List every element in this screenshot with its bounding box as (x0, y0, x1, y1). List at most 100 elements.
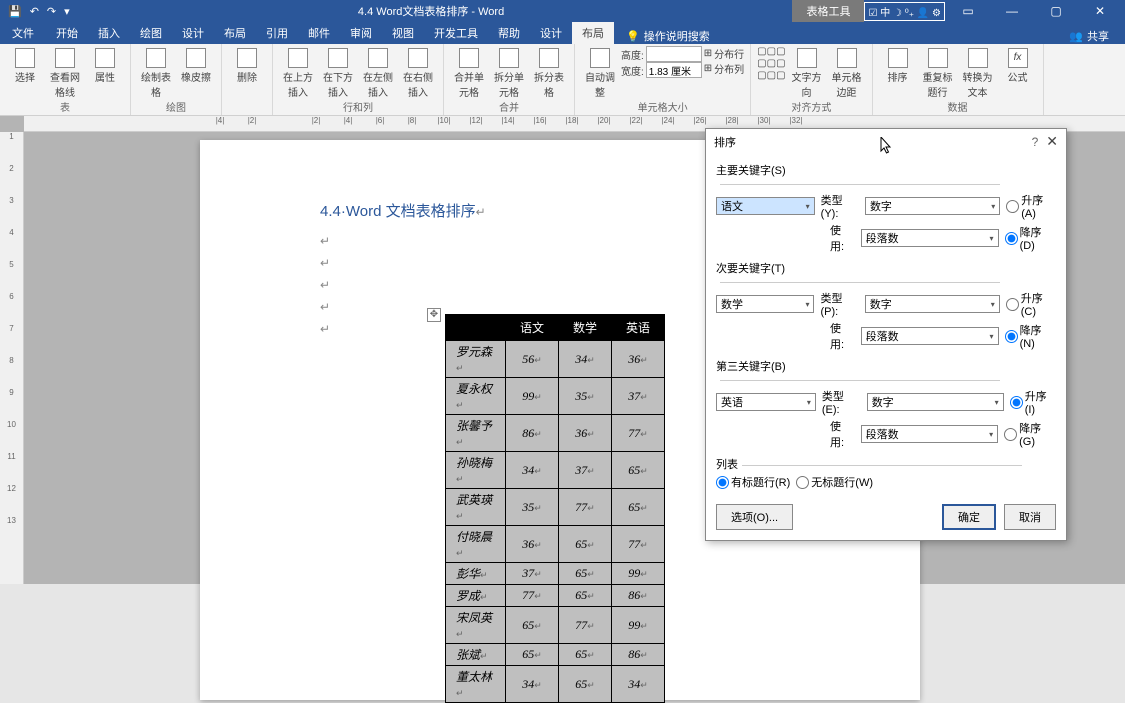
sort-dialog: 排序 ? ✕ 主要关键字(S) 语文▾ 类型(Y): 数字▾ 升序(A) 使用:… (705, 128, 1067, 541)
ribbon-options-icon[interactable]: ▭ (947, 0, 989, 22)
tab-draw[interactable]: 绘图 (130, 22, 172, 44)
third-key-select[interactable]: 英语▾ (716, 393, 816, 411)
tab-references[interactable]: 引用 (256, 22, 298, 44)
tab-developer[interactable]: 开发工具 (424, 22, 488, 44)
tab-table-design[interactable]: 设计 (530, 22, 572, 44)
third-asc-radio[interactable]: 升序(I) (1010, 388, 1056, 416)
table-row[interactable]: 罗元森↵56↵34↵36↵ (446, 341, 665, 378)
draw-table-button[interactable]: 绘制表格 (137, 46, 175, 99)
primary-desc-radio[interactable]: 降序(D) (1005, 224, 1056, 252)
table-row[interactable]: 张斌↵65↵65↵86↵ (446, 644, 665, 666)
table-header[interactable]: 英语 (612, 315, 665, 341)
tab-table-layout[interactable]: 布局 (572, 22, 614, 44)
table-row[interactable]: 付晓晨↵36↵65↵77↵ (446, 526, 665, 563)
dialog-title: 排序 (714, 134, 1032, 150)
table-row[interactable]: 张馨予↵86↵36↵77↵ (446, 415, 665, 452)
formula-button[interactable]: fx公式 (999, 46, 1037, 84)
text-direction-button[interactable]: 文字方向 (788, 46, 826, 99)
height-input[interactable] (646, 46, 702, 62)
tab-insert[interactable]: 插入 (88, 22, 130, 44)
options-button[interactable]: 选项(O)... (716, 504, 793, 530)
secondary-key-select[interactable]: 数学▾ (716, 295, 814, 313)
tab-help[interactable]: 帮助 (488, 22, 530, 44)
table-row[interactable]: 宋凤英↵65↵77↵99↵ (446, 607, 665, 644)
insert-right-button[interactable]: 在右侧插入 (399, 46, 437, 99)
table-row[interactable]: 罗成↵77↵65↵86↵ (446, 585, 665, 607)
group-merge: 合并单元格 拆分单元格 拆分表格 合并 (444, 44, 575, 115)
split-table-button[interactable]: 拆分表格 (530, 46, 568, 99)
merge-cells-button[interactable]: 合并单元格 (450, 46, 488, 99)
vertical-ruler[interactable]: 12345678910111213 (0, 132, 24, 584)
group-delete: 删除 (222, 44, 273, 115)
table-row[interactable]: 武英瑛↵35↵77↵65↵ (446, 489, 665, 526)
third-using-select[interactable]: 段落数▾ (861, 425, 999, 443)
secondary-asc-radio[interactable]: 升序(C) (1006, 290, 1056, 318)
width-label: 宽度: (621, 63, 644, 78)
repeat-header-button[interactable]: 重复标题行 (919, 46, 957, 99)
convert-text-button[interactable]: 转换为文本 (959, 46, 997, 99)
tab-view[interactable]: 视图 (382, 22, 424, 44)
minimize-icon[interactable]: — (991, 0, 1033, 22)
close-icon[interactable]: ✕ (1079, 0, 1121, 22)
table-move-handle[interactable]: ✥ (427, 308, 441, 322)
view-gridlines-button[interactable]: 查看网格线 (46, 46, 84, 99)
third-key-label: 第三关键字(B) (716, 358, 1056, 386)
dialog-close-icon[interactable]: ✕ (1046, 133, 1058, 150)
insert-left-button[interactable]: 在左侧插入 (359, 46, 397, 99)
width-input[interactable] (646, 62, 702, 78)
primary-using-select[interactable]: 段落数▾ (861, 229, 999, 247)
dialog-titlebar[interactable]: 排序 ? ✕ (706, 129, 1066, 154)
split-cells-button[interactable]: 拆分单元格 (490, 46, 528, 99)
insert-below-button[interactable]: 在下方插入 (319, 46, 357, 99)
save-icon[interactable]: 💾 (8, 5, 22, 18)
tab-design[interactable]: 设计 (172, 22, 214, 44)
align-grid[interactable]: ▢▢▢▢▢▢▢▢▢ (757, 46, 785, 81)
share-button[interactable]: 👥 共享 (1069, 28, 1109, 44)
cell-margins-button[interactable]: 单元格边距 (828, 46, 866, 99)
delete-button[interactable]: 删除 (228, 46, 266, 84)
table-row[interactable]: 彭华↵37↵65↵99↵ (446, 563, 665, 585)
table-header[interactable] (446, 315, 506, 341)
secondary-using-select[interactable]: 段落数▾ (861, 327, 999, 345)
no-header-row-radio[interactable]: 无标题行(W) (796, 474, 873, 490)
redo-icon[interactable]: ↷ (47, 5, 56, 18)
tab-home[interactable]: 开始 (46, 22, 88, 44)
primary-type-select[interactable]: 数字▾ (865, 197, 1000, 215)
ime-icons[interactable]: ☑ 中 ☽ ⁰₊ 👤 ⚙ (864, 2, 945, 21)
table-header[interactable]: 数学 (559, 315, 612, 341)
share-icon: 👥 (1069, 30, 1083, 43)
maximize-icon[interactable]: ▢ (1035, 0, 1077, 22)
ok-button[interactable]: 确定 (942, 504, 996, 530)
ribbon-tabs: 文件 开始 插入 绘图 设计 布局 引用 邮件 审阅 视图 开发工具 帮助 设计… (0, 22, 1125, 44)
properties-button[interactable]: 属性 (86, 46, 124, 84)
distribute-cols-button[interactable]: ⊞ 分布列 (704, 61, 744, 76)
primary-key-select[interactable]: 语文▾ (716, 197, 815, 215)
table-row[interactable]: 孙晓梅↵34↵37↵65↵ (446, 452, 665, 489)
select-button[interactable]: 选择 (6, 46, 44, 84)
tab-review[interactable]: 审阅 (340, 22, 382, 44)
distribute-rows-button[interactable]: ⊞ 分布行 (704, 46, 744, 61)
secondary-type-select[interactable]: 数字▾ (865, 295, 1000, 313)
data-table[interactable]: 语文数学英语 罗元森↵56↵34↵36↵夏永权↵99↵35↵37↵张馨予↵86↵… (445, 314, 665, 703)
tell-me-search[interactable]: 💡 操作说明搜索 (626, 28, 710, 44)
header-row-radio[interactable]: 有标题行(R) (716, 474, 790, 490)
tab-file[interactable]: 文件 (0, 22, 46, 44)
table-row[interactable]: 董太林↵34↵65↵34↵ (446, 666, 665, 703)
third-desc-radio[interactable]: 降序(G) (1004, 420, 1056, 448)
primary-asc-radio[interactable]: 升序(A) (1006, 192, 1056, 220)
secondary-desc-radio[interactable]: 降序(N) (1005, 322, 1056, 350)
help-icon[interactable]: ? (1032, 135, 1039, 149)
tab-mailings[interactable]: 邮件 (298, 22, 340, 44)
tab-layout[interactable]: 布局 (214, 22, 256, 44)
third-type-select[interactable]: 数字▾ (867, 393, 1004, 411)
table-row[interactable]: 夏永权↵99↵35↵37↵ (446, 378, 665, 415)
sort-button[interactable]: 排序 (879, 46, 917, 84)
eraser-button[interactable]: 橡皮擦 (177, 46, 215, 84)
insert-above-button[interactable]: 在上方插入 (279, 46, 317, 99)
cancel-button[interactable]: 取消 (1004, 504, 1056, 530)
group-table: 选择 查看网格线 属性 表 (0, 44, 131, 115)
autofit-button[interactable]: 自动调整 (581, 46, 619, 99)
undo-icon[interactable]: ↶ (30, 5, 39, 18)
group-data: 排序 重复标题行 转换为文本 fx公式 数据 (873, 44, 1044, 115)
table-header[interactable]: 语文 (506, 315, 559, 341)
